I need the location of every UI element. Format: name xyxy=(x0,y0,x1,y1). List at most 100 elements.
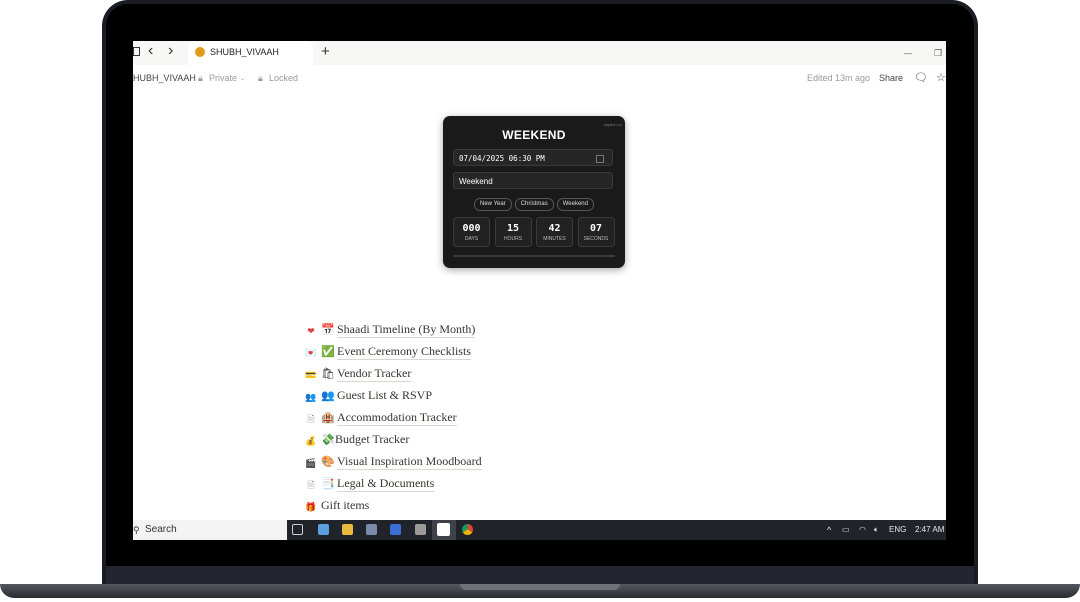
app-icon[interactable] xyxy=(366,524,377,535)
lock-icon: 🔒︎ xyxy=(258,73,263,83)
settings-icon[interactable] xyxy=(415,524,426,535)
money-wings-icon: 💸 xyxy=(321,434,335,446)
page-title[interactable]: Gift items xyxy=(321,497,369,513)
file-explorer-icon[interactable] xyxy=(342,524,353,535)
page-title[interactable]: Legal & Documents xyxy=(337,475,435,492)
battery-icon[interactable]: ▭ xyxy=(842,524,850,536)
palette-icon: 🎨 xyxy=(321,456,335,468)
document-icon: 🗎 xyxy=(307,414,315,424)
sidebar-toggle-icon[interactable] xyxy=(133,47,140,56)
page-link-accommodation[interactable]: 🗎 🏨 Accommodation Tracker xyxy=(305,409,605,427)
page-title[interactable]: Guest List & RSVP xyxy=(337,387,432,403)
volume-icon[interactable]: 🔈︎ xyxy=(874,524,879,536)
minutes-value: 42 xyxy=(548,223,561,234)
tab-shubh-vivaah[interactable]: SHUBH_VIVAAH xyxy=(188,41,313,65)
datetime-input[interactable]: 07/04/2025 06:30 PM xyxy=(453,149,613,166)
page-title[interactable]: Visual Inspiration Moodboard xyxy=(337,453,482,470)
calendar-icon[interactable] xyxy=(596,155,604,163)
minimize-button[interactable]: — xyxy=(904,46,912,62)
days-label: DAYS xyxy=(464,236,479,242)
page-link-vendor-tracker[interactable]: 💳 🛍 Vendor Tracker xyxy=(305,365,605,383)
taskbar-search[interactable]: ⚲ Search xyxy=(133,520,287,540)
countdown-widget: apption.co WEEKEND 07/04/2025 06:30 PM W… xyxy=(443,116,625,268)
page-link-event-checklists[interactable]: 💌 ✅ Event Ceremony Checklists xyxy=(305,343,605,361)
favicon-icon xyxy=(195,47,205,57)
countdown-seconds: 07 SECONDS xyxy=(577,217,615,247)
page-title[interactable]: Budget Tracker xyxy=(335,431,409,447)
people-icon: 👥 xyxy=(305,392,317,402)
countdown-days: 000 DAYS xyxy=(453,217,490,247)
document-icon: 🗎 xyxy=(307,480,315,490)
locked-label[interactable]: Locked xyxy=(269,73,298,83)
lock-icon: 🔒︎ xyxy=(198,73,203,83)
taskbar: ⚲ Search ^ ▭ ◠ 🔈︎ ENG 2:47 AM xyxy=(133,520,946,540)
new-tab-button[interactable]: + xyxy=(321,44,330,60)
privacy-label[interactable]: Private xyxy=(209,73,237,83)
tab-title: SHUBH_VIVAAH xyxy=(210,47,279,57)
widget-brand: apption.co xyxy=(603,122,622,127)
chevron-down-icon[interactable]: ⌄ xyxy=(240,75,245,82)
gift-icon: 🎁 xyxy=(305,502,317,512)
preset-buttons: New Year Christmas Weekend xyxy=(443,198,625,211)
countdown-hours: 15 HOURS xyxy=(494,217,532,247)
page-link-shaadi-timeline[interactable]: ❤ 📅 Shaadi Timeline (By Month) xyxy=(305,321,605,339)
app-icon[interactable] xyxy=(318,524,329,535)
forward-button[interactable]: › xyxy=(168,43,173,59)
screen: ‹ › SHUBH_VIVAAH + — ❐ HUBH_VIVAAH 🔒︎ Pr… xyxy=(133,41,946,540)
days-value: 000 xyxy=(462,223,481,234)
preset-christmas[interactable]: Christmas xyxy=(514,198,554,211)
restore-button[interactable]: ❐ xyxy=(934,45,942,61)
page-link-budget-tracker[interactable]: 💰 💸 Budget Tracker xyxy=(305,431,605,449)
progress-bar xyxy=(453,255,615,257)
money-bag-icon: 💰 xyxy=(305,436,317,446)
page-link-guest-list[interactable]: 👥 👥 Guest List & RSVP xyxy=(305,387,605,405)
page-link-gift-items[interactable]: 🎁 Gift items xyxy=(305,497,605,515)
breadcrumb: HUBH_VIVAAH 🔒︎ Private ⌄ 🔒︎ Locked Edite… xyxy=(133,71,946,87)
share-button[interactable]: Share xyxy=(879,73,903,83)
browser-tab-bar: ‹ › SHUBH_VIVAAH + — ❐ xyxy=(133,41,946,65)
clock[interactable]: 2:47 AM xyxy=(915,524,944,536)
wifi-icon[interactable]: ◠ xyxy=(859,524,866,536)
active-app-highlight xyxy=(432,520,456,540)
love-letter-icon: 💌 xyxy=(305,348,317,358)
clapper-icon: 🎬 xyxy=(305,458,317,468)
hours-label: HOURS xyxy=(503,236,523,242)
page-link-moodboard[interactable]: 🎬 🎨 Visual Inspiration Moodboard xyxy=(305,453,605,471)
hours-value: 15 xyxy=(506,223,520,234)
event-name-input[interactable]: Weekend xyxy=(453,172,613,189)
hotel-icon: 🏨 xyxy=(321,412,335,424)
page-title[interactable]: Event Ceremony Checklists xyxy=(337,343,471,360)
laptop-notch xyxy=(460,584,620,590)
language-indicator[interactable]: ENG xyxy=(889,524,906,536)
task-view-icon[interactable] xyxy=(292,524,303,535)
countdown-minutes: 42 MINUTES xyxy=(536,217,573,247)
datetime-value: 07/04/2025 06:30 PM xyxy=(459,154,545,163)
people-icon: 👥 xyxy=(321,390,335,402)
shopping-bags-icon: 🛍 xyxy=(321,368,335,380)
page-link-legal-documents[interactable]: 🗎 📑 Legal & Documents xyxy=(305,475,605,493)
search-placeholder: Search xyxy=(145,524,177,535)
credit-card-icon: 💳 xyxy=(305,370,317,380)
preset-weekend[interactable]: Weekend xyxy=(556,198,594,211)
back-button[interactable]: ‹ xyxy=(148,43,153,59)
comment-icon[interactable]: 🗨 xyxy=(914,71,928,84)
search-icon: ⚲ xyxy=(133,525,140,535)
page-title[interactable]: Accommodation Tracker xyxy=(337,409,457,426)
chevron-up-icon[interactable]: ^ xyxy=(827,524,831,536)
seconds-label: SECONDS xyxy=(583,236,609,242)
chrome-icon[interactable] xyxy=(462,524,473,535)
preset-new-year[interactable]: New Year xyxy=(474,198,512,211)
widget-title: WEEKEND xyxy=(502,128,566,142)
heart-icon: ❤ xyxy=(307,326,315,336)
edited-timestamp: Edited 13m ago xyxy=(807,73,871,83)
app-icon[interactable] xyxy=(390,524,401,535)
calendar-icon: 📅 xyxy=(321,324,335,336)
checkmark-icon: ✅ xyxy=(321,346,335,358)
star-icon[interactable]: ☆ xyxy=(936,71,946,84)
page-title[interactable]: Shaadi Timeline (By Month) xyxy=(337,321,476,338)
laptop-chin xyxy=(106,566,974,586)
breadcrumb-page[interactable]: HUBH_VIVAAH xyxy=(133,73,196,83)
seconds-value: 07 xyxy=(589,223,603,234)
page-title[interactable]: Vendor Tracker xyxy=(337,365,412,382)
minutes-label: MINUTES xyxy=(543,236,566,242)
